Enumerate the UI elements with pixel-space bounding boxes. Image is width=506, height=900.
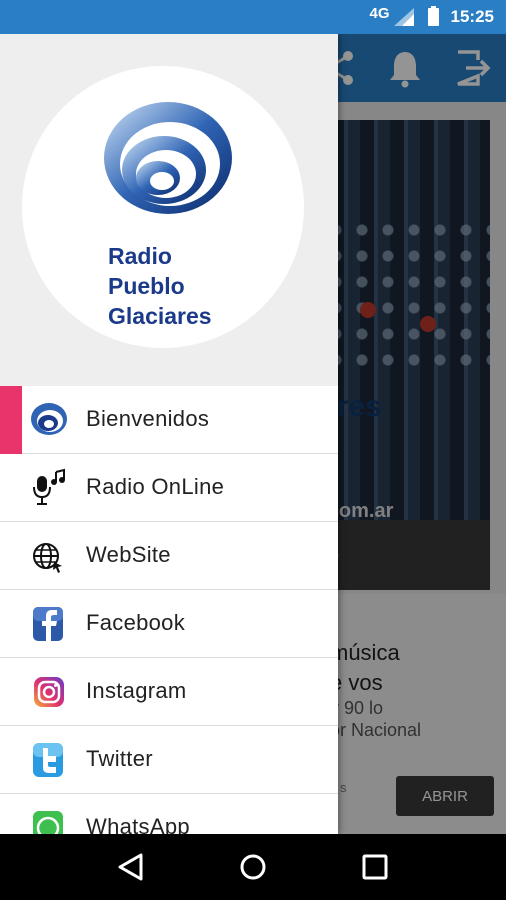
logo-swirl-icon [104, 102, 232, 214]
drawer-menu: Bienvenidos Radio OnLine WebSite Faceboo… [0, 386, 338, 834]
menu-item-instagram[interactable]: Instagram [0, 658, 338, 726]
menu-item-website[interactable]: WebSite [0, 522, 338, 590]
back-icon[interactable] [111, 847, 151, 887]
logo-line-1: Radio [108, 243, 172, 269]
menu-item-radio-online[interactable]: Radio OnLine [0, 454, 338, 522]
facebook-icon [33, 607, 63, 641]
logo-line-2: Pueblo [108, 273, 185, 299]
clock: 15:25 [450, 7, 494, 26]
battery-icon [427, 6, 439, 26]
menu-item-whatsapp[interactable]: WhatsApp [0, 794, 338, 834]
twitter-icon [33, 743, 63, 777]
home-icon[interactable] [233, 847, 273, 887]
menu-item-label: WhatsApp [86, 814, 190, 834]
logo-line-3: Glaciares [108, 303, 212, 329]
globe-icon [33, 543, 62, 573]
logo-swirl-icon [31, 403, 67, 435]
status-bar: 4G 15:25 [0, 0, 506, 34]
menu-item-label: Bienvenidos [86, 406, 210, 431]
menu-item-label: Radio OnLine [86, 474, 225, 499]
network-type: 4G [369, 4, 390, 22]
menu-item-bienvenidos[interactable]: Bienvenidos [0, 386, 338, 454]
menu-item-twitter[interactable]: Twitter [0, 726, 338, 794]
system-navigation-bar [0, 834, 506, 900]
station-logo: Radio Pueblo Glaciares [22, 66, 304, 348]
menu-item-facebook[interactable]: Facebook [0, 590, 338, 658]
menu-item-label: Facebook [86, 610, 186, 635]
navigation-drawer: Radio Pueblo Glaciares Bienvenidos Radio… [0, 34, 338, 834]
recents-icon[interactable] [355, 847, 395, 887]
whatsapp-icon [33, 811, 63, 834]
signal-icon [393, 8, 414, 26]
menu-item-label: Twitter [86, 746, 153, 771]
microphone-music-icon [33, 468, 65, 505]
drawer-header: Radio Pueblo Glaciares [0, 34, 338, 386]
menu-item-label: Instagram [86, 678, 187, 703]
menu-item-label: WebSite [86, 542, 171, 567]
instagram-icon [34, 677, 64, 707]
